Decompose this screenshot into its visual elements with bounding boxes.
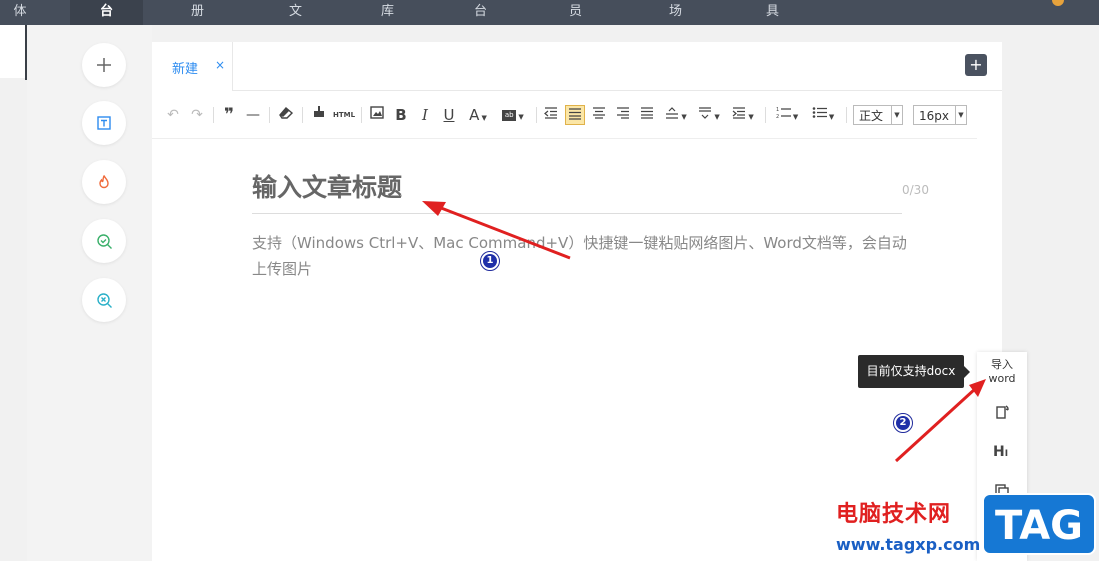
badge-1-number: 1 — [483, 254, 497, 268]
watermark-url: www.tagxp.com — [836, 535, 981, 554]
arrow-2-head — [969, 379, 986, 397]
arrow-1-line — [435, 204, 571, 260]
annotation-badge-1: 1 — [480, 251, 500, 271]
annotation-arrows — [422, 201, 986, 463]
badge-2-number: 2 — [896, 416, 910, 430]
watermark-tag-logo: TAG — [982, 493, 1096, 555]
annotation-badge-2: 2 — [893, 413, 913, 433]
watermark-site: 电脑技术网 — [836, 502, 952, 527]
